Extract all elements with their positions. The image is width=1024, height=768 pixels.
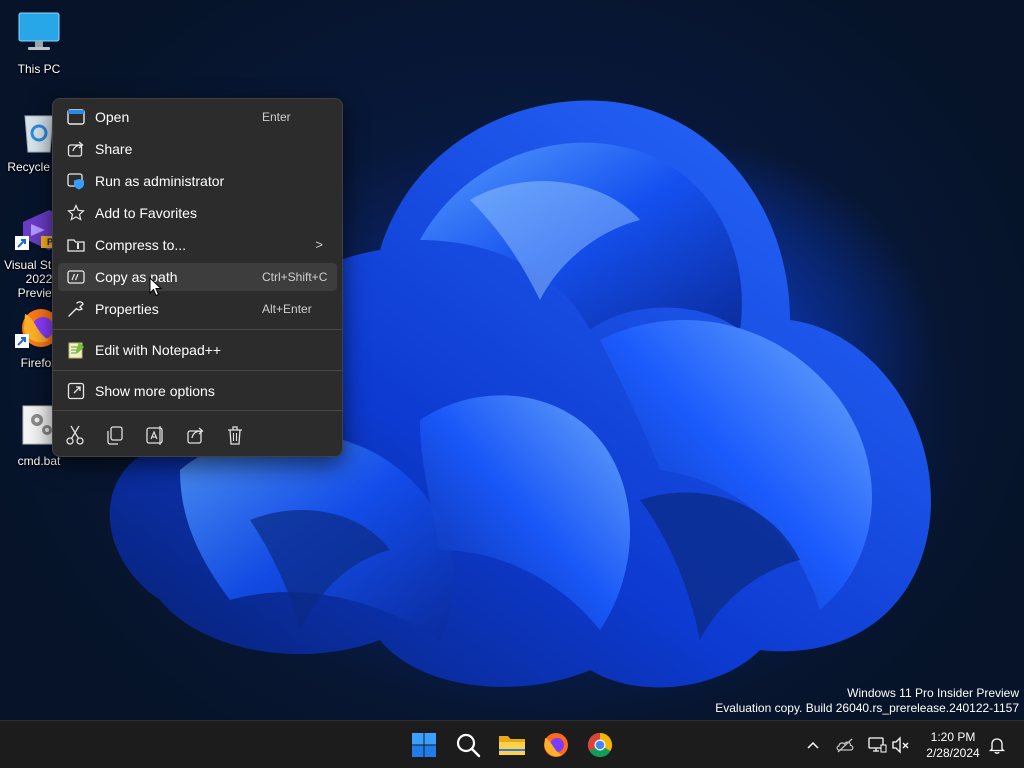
start-button[interactable]	[408, 729, 440, 761]
copy-path-icon	[67, 268, 85, 286]
copy-icon	[107, 426, 123, 445]
taskbar: 1:20 PM 2/28/2024	[0, 720, 1024, 768]
menu-item-edit-with-notepadpp[interactable]: Edit with Notepad++	[58, 336, 337, 364]
delete-button[interactable]	[221, 423, 249, 447]
menu-item-add-to-favorites[interactable]: Add to Favorites	[58, 199, 337, 227]
share-button[interactable]	[181, 423, 209, 447]
evaluation-watermark: Windows 11 Pro Insider Preview Evaluatio…	[715, 686, 1019, 716]
speaker-muted-icon	[892, 736, 909, 754]
menu-item-show-more-options[interactable]: Show more options	[58, 377, 337, 405]
menu-item-properties[interactable]: Properties Alt+Enter	[58, 295, 337, 323]
file-explorer-icon	[499, 736, 525, 755]
firefox-icon	[544, 733, 568, 757]
cut-icon	[66, 425, 84, 445]
mouse-cursor-icon	[149, 277, 163, 297]
share-icon	[187, 427, 204, 444]
monitor-icon	[15, 10, 63, 58]
chrome-taskbar-button[interactable]	[584, 729, 616, 761]
menu-item-label: Compress to...	[95, 237, 187, 253]
menu-item-label: Add to Favorites	[95, 205, 197, 221]
network-icon	[868, 737, 887, 753]
notifications-button[interactable]	[987, 735, 1007, 755]
search-icon	[456, 733, 481, 758]
desktop-icon-label: This PC	[17, 62, 61, 76]
chrome-icon	[587, 733, 613, 758]
bell-icon	[988, 738, 1006, 754]
cut-button[interactable]	[61, 423, 89, 447]
share-icon	[67, 140, 85, 158]
more-options-icon	[67, 382, 85, 400]
file-explorer-button[interactable]	[496, 729, 528, 761]
menu-item-label: Edit with Notepad++	[95, 342, 222, 358]
search-button[interactable]	[452, 729, 484, 761]
chevron-up-icon	[807, 741, 819, 749]
desktop-icon-this-pc[interactable]: This PC	[1, 10, 77, 76]
delete-icon	[228, 426, 242, 445]
menu-item-label: Open	[95, 109, 130, 125]
menu-separator	[53, 370, 342, 371]
wrench-icon	[67, 300, 85, 318]
menu-separator	[53, 410, 342, 411]
menu-item-shortcut: Ctrl+Shift+C	[262, 270, 328, 284]
menu-item-copy-as-path[interactable]: Copy as path Ctrl+Shift+C	[58, 263, 337, 291]
network-button[interactable]	[867, 735, 887, 755]
context-menu: Open Enter Share Run as administrator Ad…	[52, 98, 343, 457]
open-icon	[67, 108, 85, 126]
show-hidden-icons-button[interactable]	[803, 735, 823, 755]
copy-button[interactable]	[101, 423, 129, 447]
chevron-right-icon: >	[315, 237, 323, 252]
desktop[interactable]: This PC Recycle Bin PRE Visual Studio 20…	[0, 0, 1024, 720]
firefox-taskbar-button[interactable]	[540, 729, 572, 761]
menu-item-label: Properties	[95, 301, 159, 317]
onedrive-button[interactable]	[835, 735, 855, 755]
star-icon	[67, 204, 85, 222]
watermark-edition: Windows 11 Pro Insider Preview	[847, 686, 1019, 700]
clock-time: 1:20 PM	[930, 730, 976, 744]
menu-item-label: Share	[95, 141, 133, 157]
menu-item-label: Copy as path	[95, 269, 178, 285]
rename-icon	[146, 426, 163, 445]
menu-item-compress-to[interactable]: Compress to... >	[58, 231, 337, 259]
zip-folder-icon	[67, 236, 85, 254]
onedrive-icon	[836, 738, 854, 753]
menu-separator	[53, 329, 342, 330]
clock[interactable]: 1:20 PM 2/28/2024	[920, 729, 986, 761]
menu-item-shortcut: Enter	[262, 110, 291, 124]
menu-item-label: Show more options	[95, 383, 215, 399]
notepadpp-icon	[67, 341, 85, 359]
start-icon	[412, 733, 436, 757]
volume-button[interactable]	[891, 735, 911, 755]
watermark-build: Evaluation copy. Build 26040.rs_prerelea…	[715, 701, 1019, 715]
menu-item-run-as-administrator[interactable]: Run as administrator	[58, 167, 337, 195]
menu-item-label: Run as administrator	[95, 173, 225, 189]
menu-item-open[interactable]: Open Enter	[58, 103, 337, 131]
shield-icon	[67, 172, 85, 190]
menu-item-share[interactable]: Share	[58, 135, 337, 163]
clock-date: 2/28/2024	[926, 746, 980, 760]
rename-button[interactable]	[141, 423, 169, 447]
menu-item-shortcut: Alt+Enter	[262, 302, 312, 316]
